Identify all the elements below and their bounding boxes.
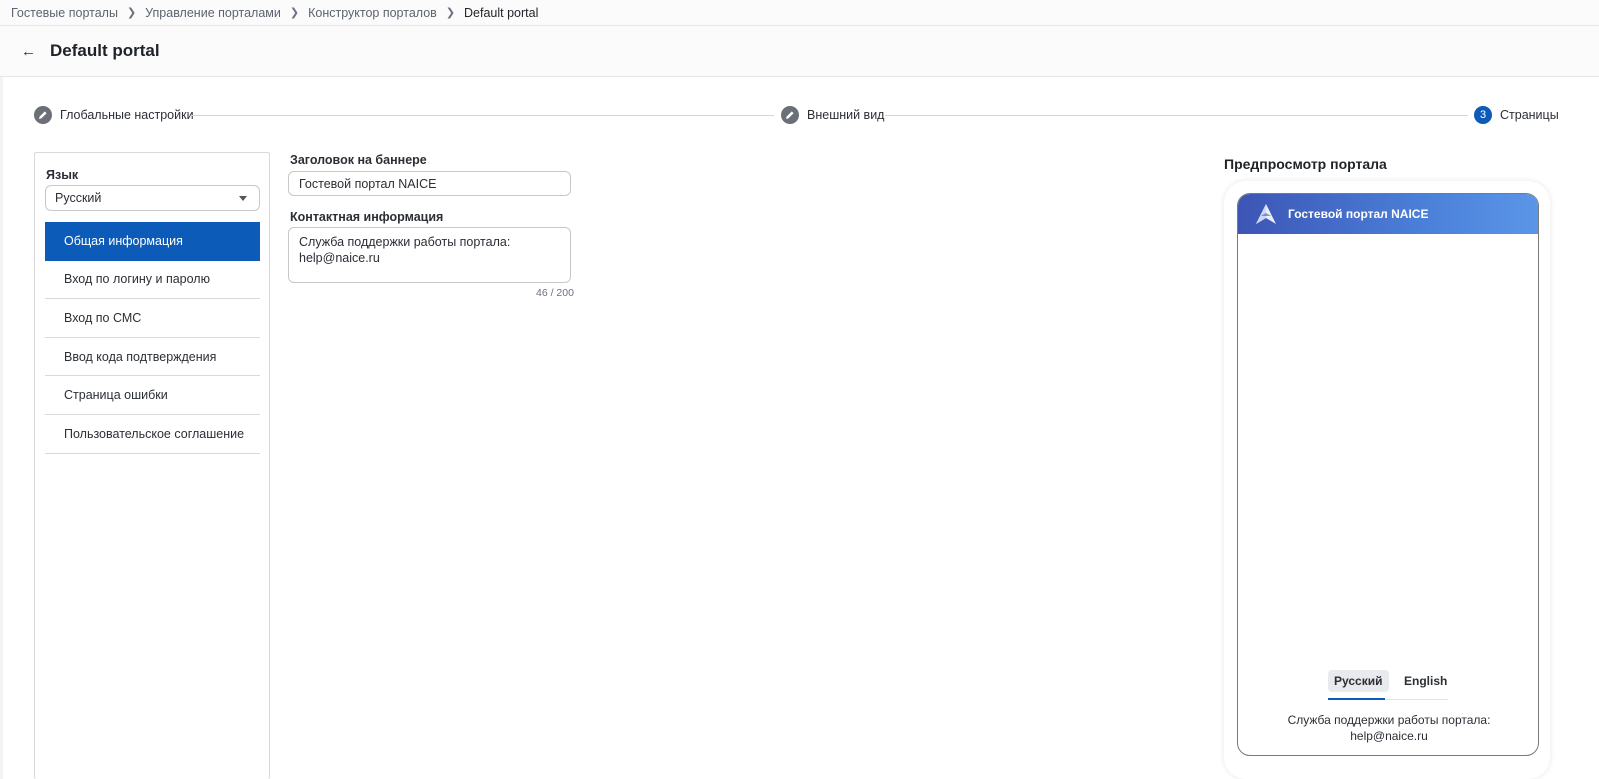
- nav-item-confirmation-code[interactable]: Ввод кода подтверждения: [45, 338, 260, 377]
- pencil-icon: [34, 106, 52, 124]
- step-appearance[interactable]: Внешний вид: [781, 106, 884, 124]
- language-select[interactable]: Русский: [45, 185, 260, 211]
- preview-language-tabs: Русский English: [1328, 670, 1448, 700]
- step-global-settings[interactable]: Глобальные настройки: [34, 106, 194, 124]
- caret-down-icon: [239, 196, 247, 201]
- step-label: Страницы: [1500, 108, 1559, 122]
- stepper: Глобальные настройки Внешний вид 3 Стран…: [34, 106, 1599, 124]
- chevron-right-icon: ❯: [126, 7, 137, 19]
- step-label: Внешний вид: [807, 108, 885, 122]
- contact-info-label: Контактная информация: [290, 210, 444, 224]
- naice-logo-icon: [1256, 204, 1276, 224]
- breadcrumb-item-portal-builder[interactable]: Конструктор порталов: [308, 6, 437, 20]
- breadcrumb: Гостевые порталы ❯ Управление порталами …: [0, 0, 1599, 26]
- breadcrumb-item-portal-management[interactable]: Управление порталами: [145, 6, 281, 20]
- nav-item-error-page[interactable]: Страница ошибки: [45, 376, 260, 415]
- preview-tab-russian[interactable]: Русский: [1328, 670, 1389, 692]
- back-arrow-icon[interactable]: ←: [21, 43, 36, 60]
- pages-nav-list: Общая информация Вход по логину и паролю…: [45, 222, 260, 454]
- stepper-connector: [191, 115, 774, 116]
- step-pages[interactable]: 3 Страницы: [1474, 106, 1559, 124]
- language-label: Язык: [46, 168, 79, 182]
- banner-title-label: Заголовок на баннере: [290, 153, 427, 167]
- page-header: ← Default portal: [0, 26, 1599, 77]
- contact-info-textarea[interactable]: Служба поддержки работы портала: help@na…: [288, 227, 571, 283]
- preview-contact-text: Служба поддержки работы портала: help@na…: [1287, 713, 1491, 743]
- preview-title: Предпросмотр портала: [1224, 156, 1387, 172]
- page-left-edge: [0, 77, 3, 779]
- nav-item-general-info[interactable]: Общая информация: [45, 222, 260, 261]
- phone-preview: Гостевой портал NAICE Русский English Сл…: [1237, 193, 1539, 756]
- active-tab-indicator: [1328, 698, 1385, 700]
- banner-title-input[interactable]: Гостевой портал NAICE: [288, 171, 571, 196]
- chevron-right-icon: ❯: [289, 7, 300, 19]
- nav-item-user-agreement[interactable]: Пользовательское соглашение: [45, 415, 260, 454]
- character-counter: 46 / 200: [536, 287, 574, 299]
- page-title: Default portal: [50, 41, 160, 60]
- chevron-right-icon: ❯: [445, 7, 456, 19]
- step-label: Глобальные настройки: [60, 108, 194, 122]
- pages-sidebar: Язык Русский Общая информация Вход по ло…: [34, 152, 270, 779]
- preview-banner-title: Гостевой портал NAICE: [1288, 207, 1429, 221]
- step-number-badge: 3: [1474, 106, 1492, 124]
- breadcrumb-item-current: Default portal: [464, 5, 539, 20]
- nav-item-sms-login[interactable]: Вход по СМС: [45, 299, 260, 338]
- pencil-icon: [781, 106, 799, 124]
- nav-item-login-password[interactable]: Вход по логину и паролю: [45, 261, 260, 300]
- preview-banner: Гостевой портал NAICE: [1238, 194, 1538, 234]
- preview-tab-english[interactable]: English: [1398, 670, 1453, 692]
- stepper-connector: [885, 115, 1468, 116]
- breadcrumb-item-guest-portals[interactable]: Гостевые порталы: [11, 6, 118, 20]
- language-select-value: Русский: [55, 191, 102, 205]
